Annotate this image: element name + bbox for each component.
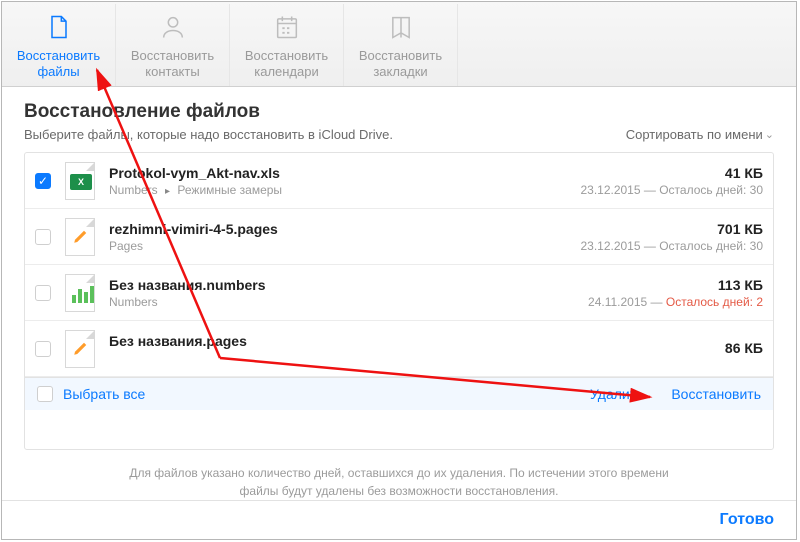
file-size: 86 КБ <box>725 340 763 356</box>
tab-restore-contacts[interactable]: Восстановить контакты <box>116 4 230 86</box>
tab-label: Восстановить <box>359 48 442 63</box>
done-button[interactable]: Готово <box>720 511 774 529</box>
file-size: 701 КБ <box>717 221 763 237</box>
table-row[interactable]: Без названия.pages 86 КБ <box>25 321 773 377</box>
file-path: Numbers ▸ Режимные замеры <box>109 183 568 197</box>
row-checkbox[interactable] <box>35 229 51 245</box>
tab-label: закладки <box>373 64 427 79</box>
calendar-icon <box>270 10 304 44</box>
chevron-down-icon: ⌄ <box>765 128 774 141</box>
sort-label: Сортировать по имени <box>626 127 763 142</box>
list-footer: Выбрать все Удалить Восстановить <box>25 377 773 410</box>
file-date: 23.12.2015 — Осталось дней: 30 <box>580 239 763 253</box>
contact-icon <box>156 10 190 44</box>
tab-restore-bookmarks[interactable]: Восстановить закладки <box>344 4 458 86</box>
toolbar: Восстановить файлы Восстановить контакты <box>2 2 796 87</box>
info-note: Для файлов указано количество дней, оста… <box>119 464 679 500</box>
select-all-label: Выбрать все <box>63 386 145 402</box>
restore-button[interactable]: Восстановить <box>671 386 761 402</box>
file-date: 23.12.2015 — Осталось дней: 30 <box>580 183 763 197</box>
file-type-icon: X <box>63 161 97 201</box>
bottom-bar: Готово <box>2 500 796 539</box>
file-size: 113 КБ <box>718 277 763 293</box>
file-type-icon <box>63 329 97 369</box>
content-area: Восстановление файлов Выберите файлы, ко… <box>2 87 796 500</box>
file-name: rezhimni-vimiri-4-5.pages <box>109 221 568 237</box>
file-date: 24.11.2015 — Осталось дней: 2 <box>588 295 763 309</box>
row-checkbox[interactable] <box>35 285 51 301</box>
file-list: X Protokol-vym_Akt-nav.xls Numbers ▸ Реж… <box>24 152 774 450</box>
page-subtitle: Выберите файлы, которые надо восстановит… <box>24 127 393 142</box>
tab-label: файлы <box>37 64 79 79</box>
file-type-icon <box>63 273 97 313</box>
restore-files-dialog: Восстановить файлы Восстановить контакты <box>1 1 797 540</box>
select-all[interactable]: Выбрать все <box>37 386 145 402</box>
page-title: Восстановление файлов <box>24 101 774 123</box>
delete-button[interactable]: Удалить <box>590 386 643 402</box>
file-name: Protokol-vym_Akt-nav.xls <box>109 165 568 181</box>
tab-label: контакты <box>145 64 199 79</box>
file-type-icon <box>63 217 97 257</box>
table-row[interactable]: rezhimni-vimiri-4-5.pages Pages 701 КБ 2… <box>25 209 773 265</box>
tab-restore-files[interactable]: Восстановить файлы <box>2 4 116 86</box>
select-all-checkbox[interactable] <box>37 386 53 402</box>
file-size: 41 КБ <box>725 165 763 181</box>
tab-label: Восстановить <box>131 48 214 63</box>
file-path: Numbers <box>109 295 576 309</box>
file-icon <box>42 10 76 44</box>
tab-label: календари <box>254 64 319 79</box>
table-row[interactable]: Без названия.numbers Numbers 113 КБ 24.1… <box>25 265 773 321</box>
bookmark-icon <box>384 10 418 44</box>
tab-label: Восстановить <box>245 48 328 63</box>
file-name: Без названия.numbers <box>109 277 576 293</box>
file-path <box>109 351 713 365</box>
table-row[interactable]: X Protokol-vym_Akt-nav.xls Numbers ▸ Реж… <box>25 153 773 209</box>
sort-dropdown[interactable]: Сортировать по имени ⌄ <box>626 127 774 142</box>
file-name: Без названия.pages <box>109 333 713 349</box>
file-path: Pages <box>109 239 568 253</box>
row-checkbox[interactable] <box>35 341 51 357</box>
tab-label: Восстановить <box>17 48 100 63</box>
row-checkbox[interactable] <box>35 173 51 189</box>
tab-restore-calendars[interactable]: Восстановить календари <box>230 4 344 86</box>
